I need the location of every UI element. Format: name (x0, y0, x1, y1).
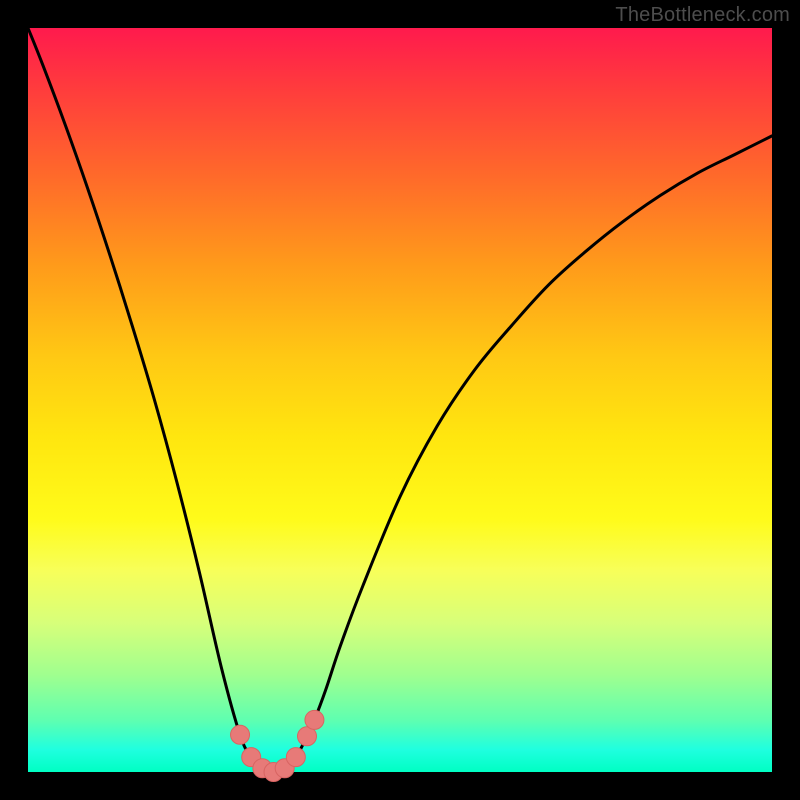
optimal-marker (305, 710, 324, 729)
watermark-text: TheBottleneck.com (615, 4, 790, 27)
bottleneck-curve (28, 28, 772, 772)
optimal-marker (286, 748, 305, 767)
chart-overlay (0, 0, 800, 800)
optimal-marker (231, 725, 250, 744)
